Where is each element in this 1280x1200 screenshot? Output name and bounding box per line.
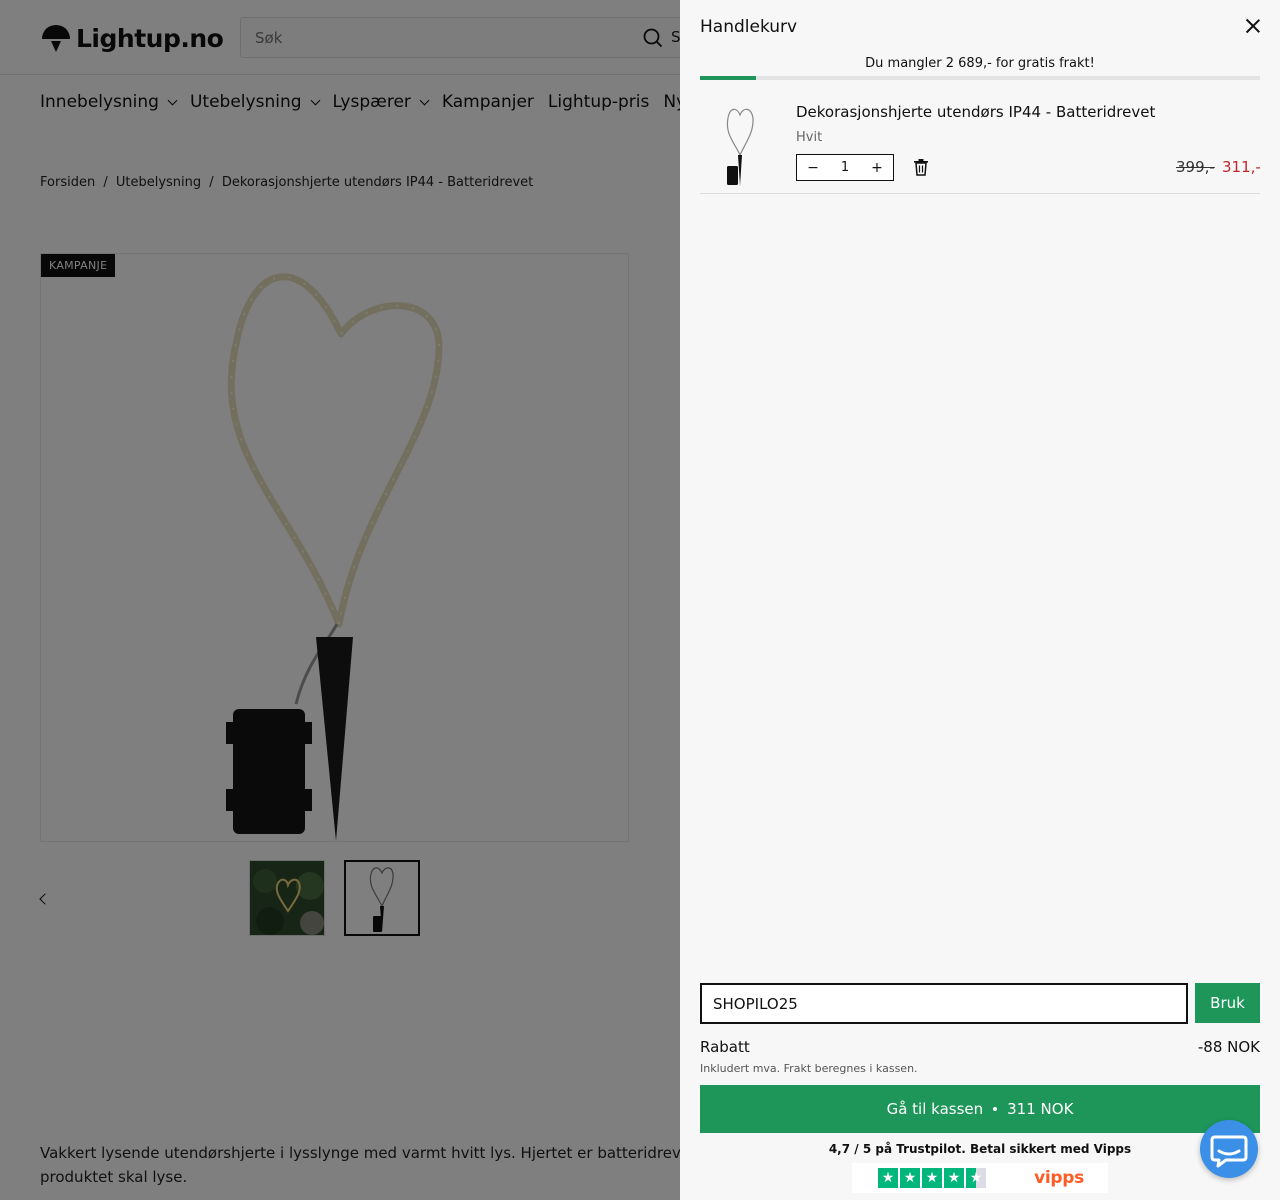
- star-icon: ★: [878, 1168, 898, 1188]
- cart-item-title[interactable]: Dekorasjonshjerte utendørs IP44 - Batter…: [796, 103, 1155, 121]
- trash-icon[interactable]: [913, 158, 929, 176]
- decrease-quantity-button[interactable]: −: [797, 160, 829, 176]
- star-icon: ★: [944, 1168, 964, 1188]
- progress-fill: [700, 76, 756, 80]
- star-icon: ★: [922, 1168, 942, 1188]
- cart-drawer: Handlekurv Du mangler 2 689,- for gratis…: [680, 0, 1280, 1200]
- checkout-label: Gå til kassen: [886, 1100, 984, 1118]
- cart-item-price-original: 399,-: [1176, 158, 1215, 176]
- discount-label: Rabatt: [700, 1038, 750, 1056]
- checkout-total: 311 NOK: [1007, 1100, 1074, 1118]
- separator-dot: [993, 1107, 998, 1111]
- chat-icon: [1210, 1135, 1248, 1168]
- cart-item-variant: Hvit: [796, 130, 823, 145]
- chat-button[interactable]: [1200, 1120, 1258, 1178]
- cart-item: Dekorasjonshjerte utendørs IP44 - Batter…: [700, 96, 1261, 194]
- trustpilot-stars: ★ ★ ★ ★ ★: [878, 1168, 986, 1188]
- checkout-button[interactable]: Gå til kassen 311 NOK: [700, 1085, 1260, 1133]
- cart-title: Handlekurv: [700, 17, 798, 37]
- cart-item-image[interactable]: [700, 100, 776, 186]
- increase-quantity-button[interactable]: +: [861, 160, 893, 176]
- free-shipping-progress: [700, 76, 1260, 80]
- discount-code-input[interactable]: [700, 983, 1188, 1024]
- tax-note: Inkludert mva. Frakt beregnes i kassen.: [700, 1062, 918, 1075]
- quantity-stepper: − 1 +: [796, 154, 894, 181]
- trust-badges: ★ ★ ★ ★ ★ vipps: [852, 1163, 1108, 1193]
- cart-item-price-sale: 311,-: [1222, 158, 1261, 176]
- trust-message: 4,7 / 5 på Trustpilot. Betal sikkert med…: [828, 1142, 1132, 1156]
- free-shipping-message: Du mangler 2 689,- for gratis frakt!: [865, 56, 1095, 71]
- vipps-logo: vipps: [1034, 1168, 1084, 1188]
- page-dim-overlay[interactable]: [0, 0, 680, 1200]
- discount-value: -88 NOK: [1197, 1038, 1260, 1056]
- apply-discount-button[interactable]: Bruk: [1195, 983, 1260, 1023]
- close-icon[interactable]: [1243, 16, 1263, 36]
- quantity-value[interactable]: 1: [829, 160, 861, 175]
- star-icon: ★: [900, 1168, 920, 1188]
- half-star-icon: ★: [966, 1168, 986, 1188]
